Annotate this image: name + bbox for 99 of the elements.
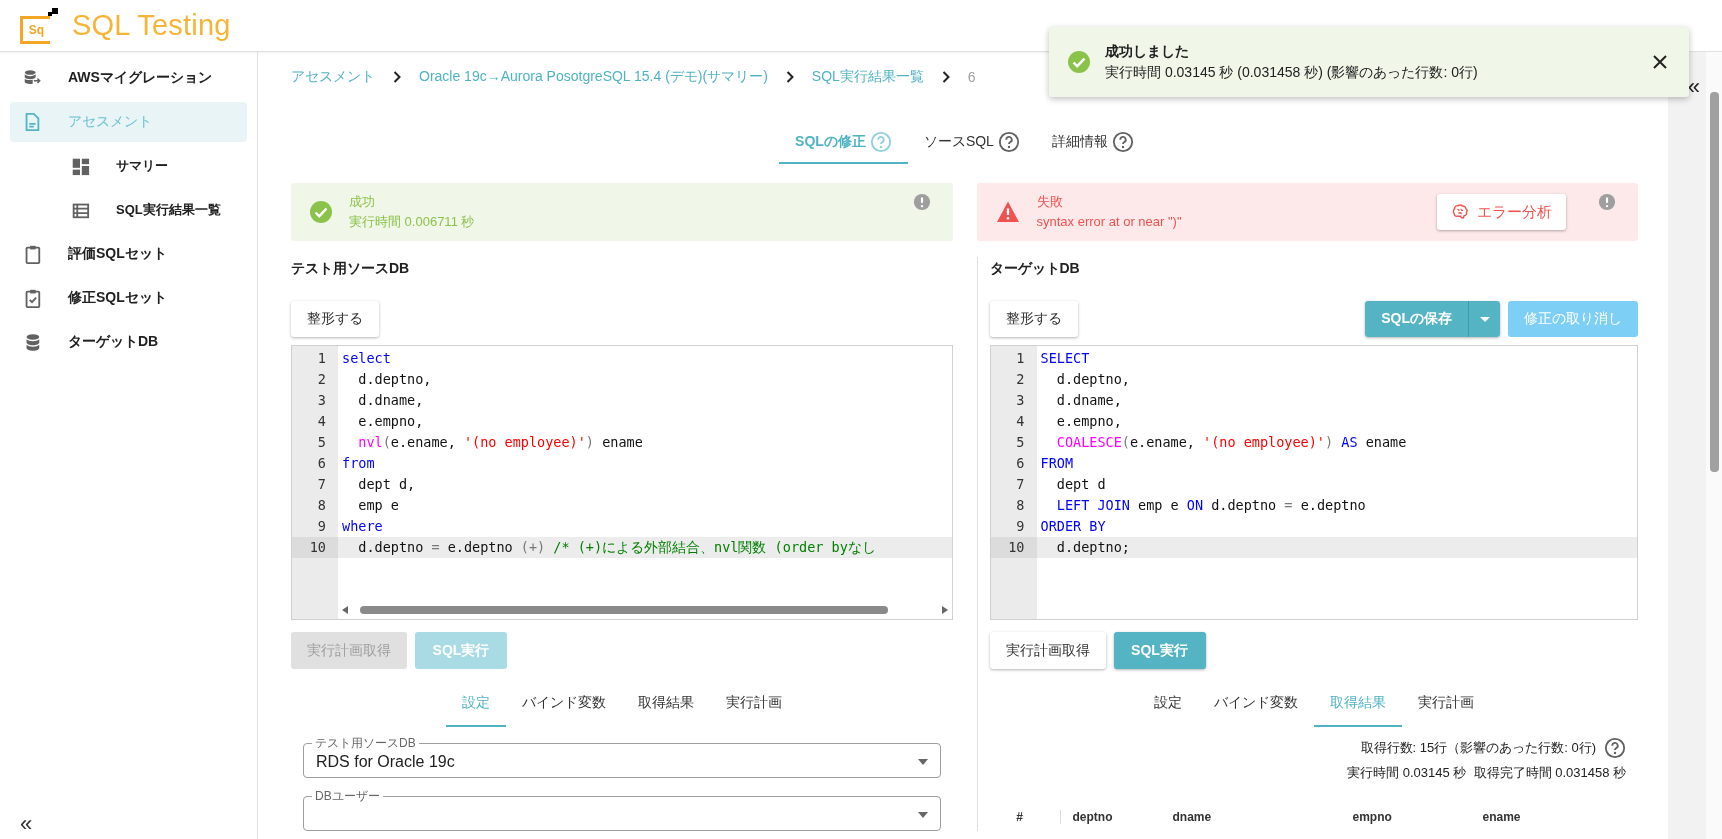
line-number: 2 — [316, 370, 327, 389]
tab[interactable]: ソースSQL — [907, 122, 1036, 164]
line-number: 1 — [316, 349, 327, 368]
toast-message: 実行時間 0.03145 秒 (0.031458 秒) (影響のあった行数: 0行) — [1105, 63, 1479, 82]
line-number: 6 — [1015, 454, 1026, 473]
caret-icon — [1479, 316, 1490, 322]
line-number: 1 — [1015, 349, 1026, 368]
sidebar-item[interactable]: SQL実行結果一覧 — [10, 190, 247, 230]
status-message: syntax error at or near ")" — [1036, 214, 1182, 229]
sub-tab[interactable]: 取得結果 — [621, 681, 710, 727]
explain-plan-button[interactable]: 実行計画取得 — [989, 632, 1106, 669]
toast-title: 成功しました — [1105, 42, 1190, 61]
line-number: 6 — [316, 454, 327, 473]
sub-tab[interactable]: 実行計画 — [709, 681, 798, 727]
sidebar-item[interactable]: サマリー — [10, 146, 247, 186]
line-number: 4 — [316, 412, 327, 431]
code-line: SELECT — [1039, 349, 1091, 368]
check-circle-icon — [1067, 50, 1091, 74]
help-icon[interactable] — [1111, 131, 1134, 153]
code-line: from — [341, 454, 376, 473]
row-count-text: 取得行数: 15行（影響のあった行数: 0行) — [1360, 739, 1596, 757]
code-line: COALESCE(e.ename, '(no employee)') AS ename — [1055, 433, 1408, 452]
line-number: 9 — [1015, 517, 1026, 536]
sub-tab[interactable]: バインド変数 — [1197, 681, 1314, 727]
code-editor[interactable]: 1 2 3 4 5 6 7 8 9 10 select d.deptno, d.dname, e.empno, nvl(e.ename, '(no employee)') ename from dept d, emp e where d.deptno = e.deptno (+) /* (+)による外部結合、nvl関数 (order byなし — [291, 345, 953, 601]
line-number: 3 — [1015, 391, 1026, 410]
code-line: where — [341, 517, 384, 536]
line-number: 8 — [316, 496, 327, 515]
line-number: 4 — [1015, 412, 1026, 431]
app-title: SQL Testing — [72, 9, 231, 42]
code-line: ORDER BY — [1039, 517, 1107, 536]
section-heading: ターゲットDB — [989, 259, 1081, 278]
column-header: ename — [1482, 810, 1521, 824]
sidebar-item[interactable]: AWSマイグレーション — [10, 58, 247, 98]
format-button[interactable]: 整形する — [989, 301, 1078, 337]
editor-gutter — [292, 601, 338, 619]
code-line: d.deptno, — [1055, 370, 1131, 389]
status-title: 成功 — [349, 194, 375, 209]
code-line: dept d — [1055, 475, 1107, 494]
sidebar-item[interactable]: 修正SQLセット — [10, 278, 247, 318]
code-line: e.empno, — [357, 412, 425, 431]
format-button[interactable]: 整形する — [291, 301, 379, 337]
sub-tab[interactable]: バインド変数 — [505, 681, 622, 727]
column-header: empno — [1352, 810, 1393, 824]
chevron-right-icon — [393, 71, 401, 83]
brain-icon — [1451, 203, 1469, 221]
dropdown-arrow-icon — [917, 759, 928, 765]
sidebar-item[interactable]: ターゲットDB — [10, 322, 247, 362]
sub-tab[interactable]: 設定 — [1137, 681, 1198, 727]
section-heading: テスト用ソースDB — [291, 259, 411, 278]
help-icon[interactable] — [1604, 736, 1626, 759]
status-title: 失敗 — [1036, 194, 1063, 209]
info-icon[interactable] — [912, 193, 931, 211]
tab[interactable]: 詳細情報 — [1035, 122, 1150, 164]
chevron-right-icon — [941, 71, 950, 83]
code-line: e.empno, — [1055, 412, 1123, 431]
select-field[interactable]: テスト用ソースDB RDS for Oracle 19c — [303, 735, 941, 778]
line-number: 3 — [316, 391, 327, 410]
code-line: LEFT JOIN emp e ON d.deptno = e.deptno — [1055, 496, 1367, 515]
line-number: 10 — [292, 537, 338, 558]
warning-icon — [994, 200, 1021, 224]
dropdown-arrow-icon — [917, 812, 928, 818]
line-number: 2 — [1015, 370, 1026, 389]
column-header: # — [989, 810, 1061, 824]
info-icon[interactable] — [1598, 193, 1616, 211]
code-line: FROM — [1039, 454, 1074, 473]
column-header: dname — [1172, 810, 1213, 824]
code-line: nvl(e.ename, '(no employee)') ename — [357, 433, 644, 452]
sub-tab[interactable]: 実行計画 — [1401, 681, 1490, 727]
breadcrumb-current: 6 — [967, 69, 976, 85]
chevron-right-icon — [785, 71, 794, 83]
vertical-scrollbar[interactable] — [1706, 52, 1722, 839]
help-icon[interactable] — [997, 131, 1020, 153]
close-icon[interactable] — [1653, 55, 1667, 69]
line-number: 7 — [1015, 475, 1026, 494]
code-line: dept d, — [357, 475, 417, 494]
code-editor[interactable]: 1 2 3 4 5 6 7 8 9 10 SELECT d.deptno, d.dname, e.empno, COALESCE(e.ename, '(no employee)') AS ename FROM dept d LEFT JOIN emp e ON d.deptno = e.deptno ORDER BY d.deptno; — [989, 345, 1638, 620]
timing-text: 実行時間 0.03145 秒 取得完了時間 0.031458 秒 — [1347, 764, 1626, 782]
code-line: select — [341, 349, 392, 368]
status-message: 実行時間 0.006711 秒 — [349, 214, 475, 229]
scroll-right-icon[interactable] — [941, 606, 948, 614]
code-line: emp e — [357, 496, 400, 515]
line-number: 5 — [316, 433, 327, 452]
check-circle-icon — [309, 200, 333, 224]
sidebar-item[interactable]: 評価SQLセット — [10, 234, 247, 274]
scroll-left-icon[interactable] — [342, 606, 348, 614]
code-line: d.dname, — [357, 391, 425, 410]
dashboard-icon — [70, 156, 90, 176]
line-number: 10 — [990, 537, 1037, 558]
line-number: 7 — [316, 475, 327, 494]
code-line: d.deptno, — [357, 370, 433, 389]
collapse-button[interactable]: « — [20, 811, 33, 837]
line-number: 8 — [1015, 496, 1026, 515]
collapse-button[interactable]: « — [1687, 74, 1700, 100]
select-field[interactable]: DBユーザー — [303, 788, 941, 831]
column-header: deptno — [1071, 810, 1114, 824]
line-number: 5 — [1015, 433, 1026, 452]
line-number: 9 — [316, 517, 327, 536]
code-line: d.dname, — [1055, 391, 1123, 410]
